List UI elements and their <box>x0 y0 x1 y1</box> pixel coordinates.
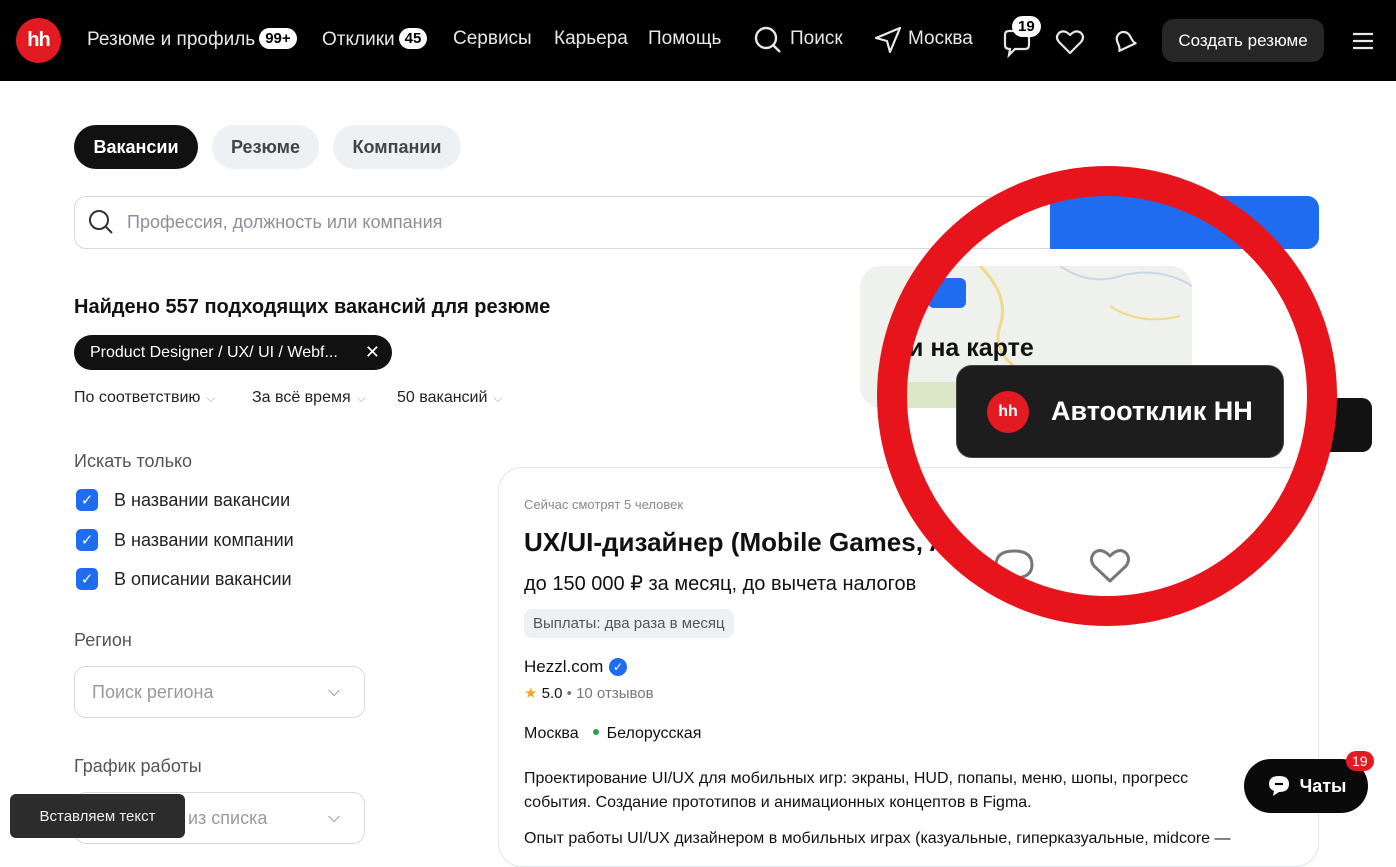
search-field-icon <box>89 210 113 234</box>
chevron-down-icon: ⌵ <box>328 809 341 826</box>
page-size-dropdown[interactable]: 50 вакансий ⌵ <box>397 389 503 407</box>
verified-badge-icon: ✓ <box>609 658 627 676</box>
checkbox-company-name[interactable]: ✓ <box>76 529 98 551</box>
resume-filter-chip-label: Product Designer / UX/ UI / Webf... <box>90 343 338 361</box>
rating-value: 5.0 <box>541 685 563 702</box>
region-label: Регион <box>74 630 132 650</box>
hh-hand-logo-icon: hh <box>987 390 1029 433</box>
nav-search[interactable]: Поиск <box>790 28 843 50</box>
nav-resume-profile-label: Резюме и профиль <box>87 29 256 50</box>
metro-dot-icon <box>592 729 599 735</box>
vacancy-salary: до 150 000 ₽ за месяц, до вычета налогов <box>524 573 917 595</box>
search-icon[interactable] <box>752 24 784 56</box>
schedule-placeholder: из списка <box>188 808 268 828</box>
menu-icon[interactable] <box>1350 28 1376 54</box>
vacancy-description-line: события. Создание прототипов и анимацион… <box>524 794 1032 811</box>
chevron-down-icon: ⌵ <box>356 391 366 405</box>
region-placeholder: Поиск региона <box>92 682 214 702</box>
chat-bubble-icon <box>1268 776 1289 796</box>
star-icon: ★ <box>524 685 538 702</box>
autoresponse-button[interactable]: hh Автоотклик HH <box>956 365 1284 458</box>
vacancy-title-link[interactable]: UX/UI-дизайнер (Mobile Games, A <box>524 527 948 558</box>
inserting-text-toast: Вставляем текст <box>10 794 185 838</box>
nav-responses[interactable]: Отклики 45 <box>322 28 428 51</box>
checkbox-vacancy-title[interactable]: ✓ <box>76 489 98 511</box>
search-only-label: Искать только <box>74 451 193 471</box>
resume-filter-chip[interactable]: Product Designer / UX/ UI / Webf... ✕ <box>74 335 392 370</box>
checkbox-company-name-label: В названии компании <box>114 530 294 550</box>
vacancy-metro: Белорусская <box>606 725 702 742</box>
tab-vacancies[interactable]: Вакансии <box>74 125 198 169</box>
results-count-heading: Найдено 557 подходящих вакансий для резю… <box>74 296 551 318</box>
chat-count-badge: 19 <box>1012 16 1041 37</box>
bell-icon[interactable] <box>1108 26 1140 58</box>
nav-responses-label: Отклики <box>322 29 395 50</box>
chevron-down-icon: ⌵ <box>328 683 341 700</box>
vacancy-city: Москва <box>524 725 579 742</box>
chevron-down-icon: ⌵ <box>206 391 216 405</box>
period-label: За всё время <box>252 389 351 406</box>
sort-relevance-dropdown[interactable]: По соответствию ⌵ <box>74 389 216 407</box>
hh-logo[interactable]: hh <box>16 18 61 63</box>
nav-resume-badge: 99+ <box>259 28 297 49</box>
nav-resume-profile[interactable]: Резюме и профиль 99+ <box>87 28 297 51</box>
checkbox-vacancy-description-label: В описании вакансии <box>114 569 292 589</box>
schedule-label: График работы <box>74 756 202 776</box>
nav-city[interactable]: Москва <box>908 28 973 50</box>
chevron-down-icon: ⌵ <box>493 391 503 405</box>
search-placeholder: Профессия, должность или компания <box>127 212 443 232</box>
tab-resumes[interactable]: Резюме <box>212 125 319 169</box>
reviews-count: 10 отзывов <box>576 685 654 702</box>
checkbox-vacancy-description[interactable]: ✓ <box>76 568 98 590</box>
sort-relevance-label: По соответствию <box>74 389 201 406</box>
create-resume-button[interactable]: Создать резюме <box>1162 19 1324 62</box>
top-navigation-bar: hh Резюме и профиль 99+ Отклики 45 Сервисы… <box>0 0 1396 81</box>
nav-help[interactable]: Помощь <box>648 28 721 50</box>
close-icon[interactable]: ✕ <box>365 342 380 363</box>
tab-companies[interactable]: Компании <box>333 125 461 169</box>
autoresponse-label: Автоотклик HH <box>1051 396 1253 426</box>
chats-label: Чаты <box>1299 775 1347 796</box>
nav-responses-badge: 45 <box>398 28 428 49</box>
vacancy-description-line: Опыт работы UI/UX дизайнером в мобильных… <box>524 830 1231 847</box>
heart-icon[interactable] <box>1054 26 1086 58</box>
location-arrow-icon[interactable] <box>872 24 904 56</box>
checkbox-vacancy-title-label: В названии вакансии <box>114 490 291 510</box>
viewing-now-text: Сейчас смотрят 5 человек <box>524 497 684 512</box>
payment-frequency-badge: Выплаты: два раза в месяц <box>524 609 734 638</box>
page-size-label: 50 вакансий <box>397 389 488 406</box>
nav-services[interactable]: Сервисы <box>453 28 532 50</box>
period-dropdown[interactable]: За всё время ⌵ <box>252 389 366 407</box>
chats-count-badge: 19 <box>1346 751 1374 771</box>
rating-separator: • <box>566 685 577 702</box>
vacancy-location: Москва Белорусская <box>524 725 701 743</box>
company-rating[interactable]: ★ 5.0 • 10 отзывов <box>524 684 654 702</box>
company-link[interactable]: Hezzl.com <box>524 657 603 677</box>
nav-career[interactable]: Карьера <box>554 28 628 50</box>
